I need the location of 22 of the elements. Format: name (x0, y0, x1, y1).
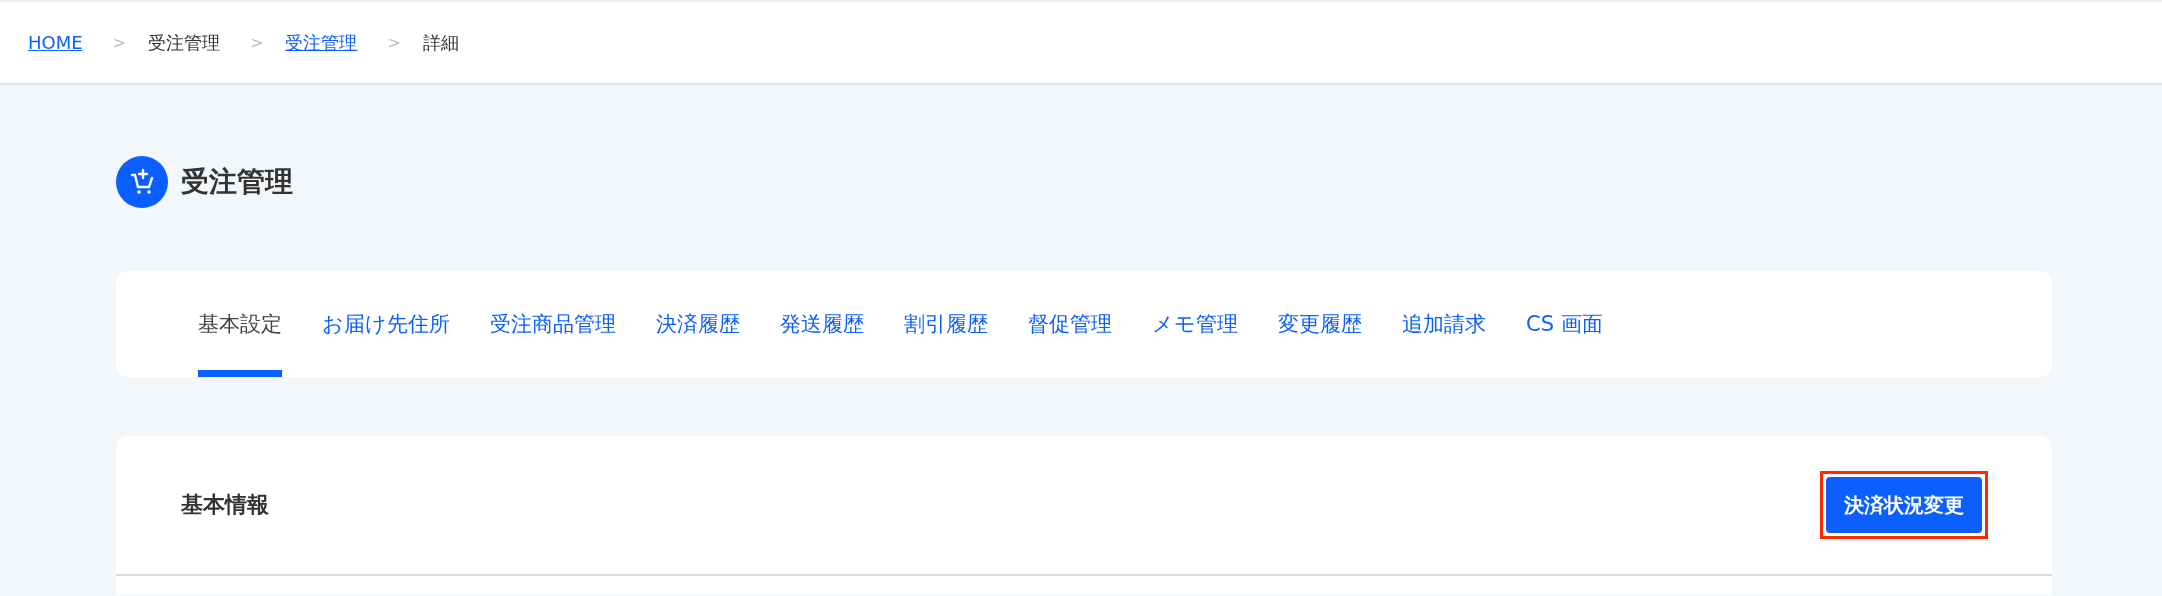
cart-plus-icon (116, 156, 168, 208)
tab[interactable]: お届け先住所 (322, 271, 450, 377)
tab[interactable]: CS 画面 (1526, 271, 1603, 377)
breadcrumb-separator: > (387, 33, 401, 52)
tab[interactable]: 督促管理 (1028, 271, 1112, 377)
breadcrumb-link[interactable]: 受注管理 (285, 30, 358, 55)
breadcrumb-item: 受注管理 (148, 30, 220, 55)
tab[interactable]: 決済履歴 (656, 271, 740, 377)
page-title: 受注管理 (181, 164, 293, 200)
tab[interactable]: 追加請求 (1402, 271, 1486, 377)
tab[interactable]: 割引履歴 (904, 271, 988, 377)
tab[interactable]: 発送履歴 (780, 271, 864, 377)
tab[interactable]: 基本設定 (198, 271, 282, 377)
breadcrumb-separator: > (250, 33, 264, 52)
tab[interactable]: 受注商品管理 (490, 271, 616, 377)
tab[interactable]: メモ管理 (1152, 271, 1238, 377)
breadcrumb-link[interactable]: HOME (28, 32, 83, 53)
breadcrumb-separator: > (112, 33, 126, 52)
breadcrumb-item: 詳細 (422, 30, 459, 55)
payment-status-button[interactable]: 決済状況変更 (1826, 477, 1982, 533)
section-title: 基本情報 (181, 491, 269, 519)
tab[interactable]: 変更履歴 (1278, 271, 1362, 377)
